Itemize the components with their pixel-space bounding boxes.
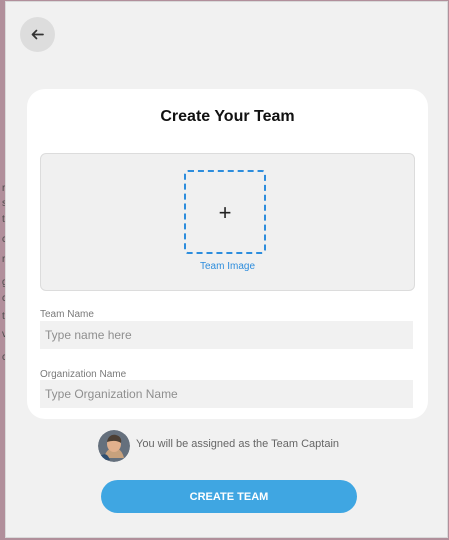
page-title: Create Your Team bbox=[160, 108, 295, 125]
team-image-upload-panel: + Team Image bbox=[40, 153, 415, 291]
team-captain-row: You will be assigned as the Team Captain bbox=[98, 430, 388, 462]
team-name-label: Team Name bbox=[40, 309, 94, 320]
team-image-label: Team Image bbox=[199, 261, 256, 272]
arrow-left-icon bbox=[31, 29, 44, 40]
create-team-card: Create Your Team + Team Image Team Name … bbox=[27, 89, 428, 419]
organization-name-input[interactable] bbox=[40, 380, 413, 408]
background-side-char: t bbox=[2, 214, 5, 225]
team-captain-message: You will be assigned as the Team Captain bbox=[136, 438, 340, 450]
captain-avatar bbox=[98, 430, 130, 462]
background-side-char: r bbox=[2, 183, 6, 194]
background-side-char: t bbox=[2, 311, 5, 322]
organization-name-label: Organization Name bbox=[40, 369, 127, 380]
create-team-modal: Create Your Team + Team Image Team Name … bbox=[6, 2, 447, 537]
create-team-button[interactable]: CREATE TEAM bbox=[101, 480, 357, 513]
plus-icon: + bbox=[218, 200, 232, 225]
team-name-input[interactable] bbox=[40, 321, 413, 349]
background-side-char: r bbox=[2, 254, 6, 265]
team-image-upload-button[interactable]: + bbox=[184, 170, 266, 254]
back-button[interactable] bbox=[20, 17, 55, 52]
